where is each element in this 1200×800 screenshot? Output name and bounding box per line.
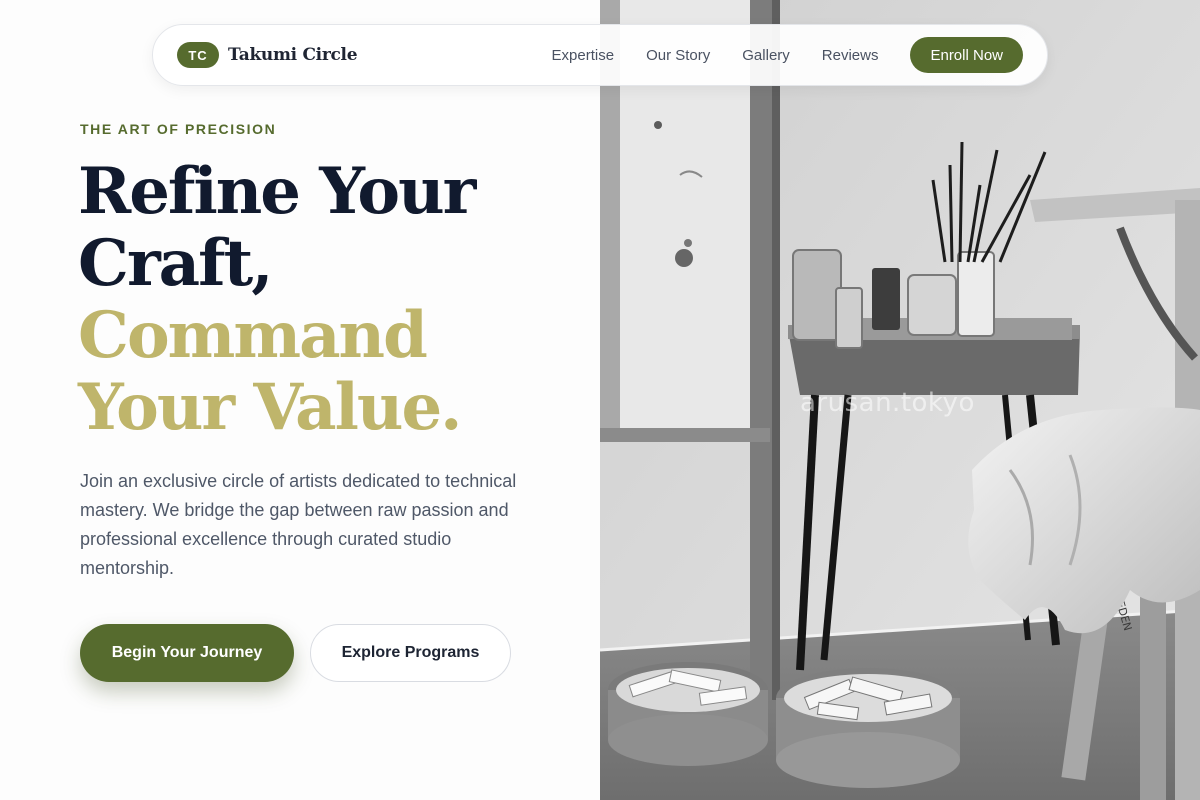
enroll-now-button[interactable]: Enroll Now — [910, 37, 1023, 73]
headline-accent-line-2: Your Value. — [78, 370, 462, 445]
nav-link-gallery[interactable]: Gallery — [742, 47, 790, 64]
headline-accent-line-1: Command — [78, 298, 428, 373]
brand-name: Takumi Circle — [228, 45, 358, 65]
nav-links: Expertise Our Story Gallery Reviews — [552, 47, 879, 64]
nav-link-our-story[interactable]: Our Story — [646, 47, 710, 64]
photo-watermark: arusan.tokyo — [800, 388, 975, 418]
hero-intro-paragraph: Join an exclusive circle of artists dedi… — [80, 471, 517, 578]
hero-headline: Refine Your Craft, Command Your Value. — [78, 156, 578, 444]
hero-eyebrow: THE ART OF PRECISION — [80, 121, 277, 137]
headline-line-2: Craft, — [78, 226, 274, 301]
brand-logo[interactable]: TC Takumi Circle — [177, 42, 358, 68]
begin-journey-button[interactable]: Begin Your Journey — [80, 624, 294, 682]
headline-line-1: Refine Your — [78, 154, 476, 229]
top-navigation: TC Takumi Circle Expertise Our Story Gal… — [152, 24, 1048, 86]
nav-link-expertise[interactable]: Expertise — [552, 47, 615, 64]
brand-initials-badge: TC — [177, 42, 219, 68]
nav-link-reviews[interactable]: Reviews — [822, 47, 879, 64]
hero-photo: MEEDEN arusan.tokyo — [600, 0, 1200, 800]
explore-programs-button[interactable]: Explore Programs — [310, 624, 511, 682]
